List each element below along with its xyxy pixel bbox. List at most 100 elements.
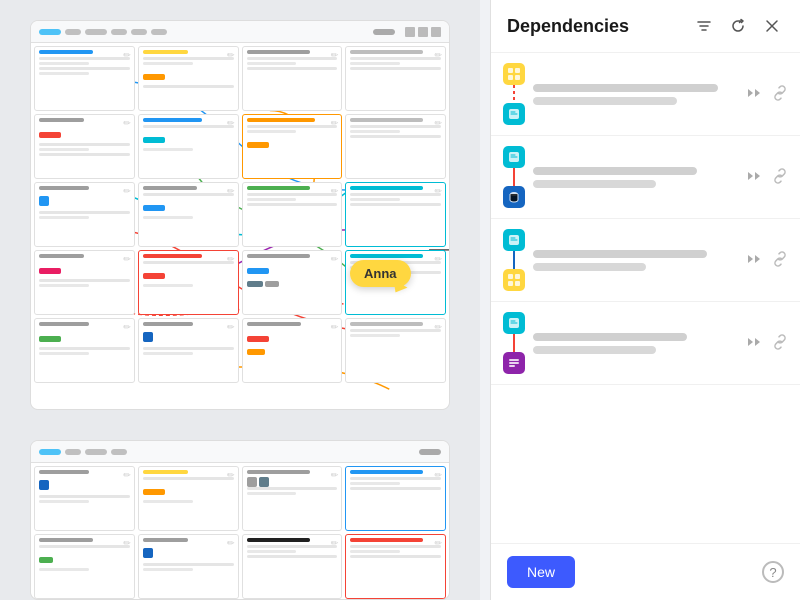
card: ✏ (34, 318, 135, 383)
dep-link-button[interactable] (772, 168, 788, 187)
dep-detail-line (533, 263, 646, 271)
icon-db (507, 190, 521, 204)
card: ✏ (242, 250, 343, 315)
close-button[interactable] (760, 14, 784, 38)
icon-task (507, 150, 521, 164)
card: ✏ (345, 466, 446, 531)
edit-icon[interactable]: ✏ (123, 50, 131, 61)
card: ✏ (138, 250, 239, 315)
dep-row-actions (746, 251, 788, 270)
card: ✏ (34, 182, 135, 247)
icon-task (507, 316, 521, 330)
dep-name-line (533, 250, 707, 258)
edit-icon[interactable]: ✏ (434, 470, 442, 481)
panel-actions (692, 14, 784, 38)
dep-skip-button[interactable] (746, 85, 764, 104)
close-icon (764, 18, 780, 34)
dep-bottom-icon (503, 352, 525, 374)
dep-skip-button[interactable] (746, 334, 764, 353)
card: ✏ (242, 534, 343, 599)
edit-icon[interactable]: ✏ (331, 538, 339, 549)
edit-icon[interactable]: ✏ (123, 470, 131, 481)
dep-connector-red (513, 168, 515, 186)
edit-icon[interactable]: ✏ (123, 254, 131, 265)
edit-icon[interactable]: ✏ (434, 50, 442, 61)
edit-icon[interactable]: ✏ (434, 118, 442, 129)
dep-detail-line (533, 346, 656, 354)
filter-button[interactable] (692, 14, 716, 38)
edit-icon[interactable]: ✏ (123, 118, 131, 129)
icon-grid (507, 273, 521, 287)
edit-icon[interactable]: ✏ (227, 254, 235, 265)
dependency-item (491, 53, 800, 136)
icon-grid (507, 67, 521, 81)
icon-task (507, 107, 521, 121)
dep-top-icon (503, 312, 525, 334)
card: ✏ (138, 182, 239, 247)
edit-icon[interactable]: ✏ (434, 186, 442, 197)
dep-top-icon (503, 229, 525, 251)
link-icon (772, 85, 788, 101)
dep-name-line (533, 84, 718, 92)
dep-skip-button[interactable] (746, 168, 764, 187)
refresh-button[interactable] (726, 14, 750, 38)
dep-name-line (533, 167, 697, 175)
card: ✏ (345, 182, 446, 247)
link-icon (772, 168, 788, 184)
dep-link-button[interactable] (772, 334, 788, 353)
dep-info (533, 84, 738, 105)
dep-chain (503, 229, 525, 291)
edit-icon[interactable]: ✏ (123, 538, 131, 549)
board-grid-1: ✏ ✏ ✏ ✏ (31, 43, 449, 386)
dependency-item (491, 302, 800, 385)
dep-row-actions (746, 168, 788, 187)
dep-info (533, 250, 738, 271)
edit-icon[interactable]: ✏ (331, 118, 339, 129)
help-button[interactable]: ? (762, 561, 784, 583)
card: ✏ (345, 46, 446, 111)
refresh-icon (730, 18, 746, 34)
edit-icon[interactable]: ✏ (227, 50, 235, 61)
edit-icon[interactable]: ✏ (434, 322, 442, 333)
edit-icon[interactable]: ✏ (227, 322, 235, 333)
dep-link-button[interactable] (772, 251, 788, 270)
dep-top-icon (503, 63, 525, 85)
dep-chain (503, 312, 525, 374)
dep-connector-dashed (513, 85, 515, 103)
edit-icon[interactable]: ✏ (331, 470, 339, 481)
dep-skip-button[interactable] (746, 251, 764, 270)
dep-link-button[interactable] (772, 85, 788, 104)
card: ✏ (242, 46, 343, 111)
card: ✏ (34, 534, 135, 599)
icon-list (507, 356, 521, 370)
edit-icon[interactable]: ✏ (227, 186, 235, 197)
card: ✏ (138, 466, 239, 531)
edit-icon[interactable]: ✏ (331, 50, 339, 61)
edit-icon[interactable]: ✏ (331, 186, 339, 197)
dep-bottom-icon (503, 186, 525, 208)
edit-icon[interactable]: ✏ (331, 254, 339, 265)
edit-icon[interactable]: ✏ (434, 538, 442, 549)
board-toolbar-2 (31, 441, 449, 463)
panel-header: Dependencies (491, 0, 800, 53)
card: ✏ (34, 46, 135, 111)
edit-icon[interactable]: ✏ (227, 118, 235, 129)
card: ✏ (345, 318, 446, 383)
edit-icon[interactable]: ✏ (434, 254, 442, 265)
filter-icon (696, 18, 712, 34)
panel-title: Dependencies (507, 16, 629, 37)
dep-chain (503, 146, 525, 208)
new-dependency-button[interactable]: New (507, 556, 575, 588)
skip-icon (746, 168, 764, 184)
edit-icon[interactable]: ✏ (123, 322, 131, 333)
edit-icon[interactable]: ✏ (123, 186, 131, 197)
edit-icon[interactable]: ✏ (331, 322, 339, 333)
edit-icon[interactable]: ✏ (227, 470, 235, 481)
board-section-1: ✏ ✏ ✏ ✏ (30, 20, 450, 410)
dep-detail-line (533, 97, 677, 105)
link-icon (772, 251, 788, 267)
board-grid-2: ✏ ✏ ✏ ✏ (31, 463, 449, 600)
edit-icon[interactable]: ✏ (227, 538, 235, 549)
dep-top-icon (503, 146, 525, 168)
card: ✏ (242, 182, 343, 247)
